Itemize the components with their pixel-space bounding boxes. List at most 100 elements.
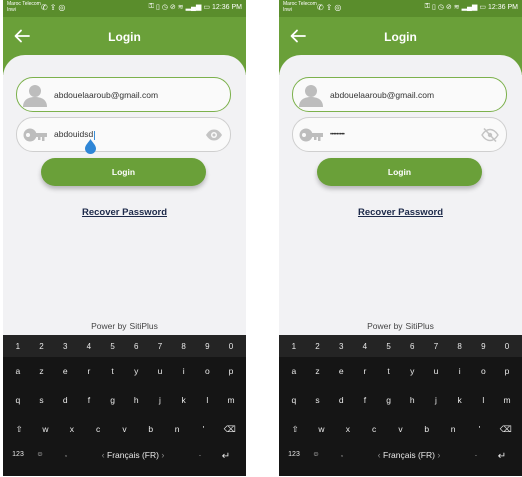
password-field[interactable]: ••••••••• xyxy=(292,117,507,152)
comma-key[interactable]: , xyxy=(331,451,353,458)
period-key[interactable]: . xyxy=(189,451,211,458)
key-i[interactable]: i xyxy=(449,366,471,376)
key-k[interactable]: k xyxy=(449,395,471,405)
key-u[interactable]: u xyxy=(425,366,447,376)
key-i[interactable]: i xyxy=(173,366,195,376)
key-7[interactable]: 7 xyxy=(425,342,447,351)
key-c[interactable]: c xyxy=(363,424,385,435)
key-w[interactable]: w xyxy=(310,424,332,435)
key-f[interactable]: f xyxy=(354,395,376,405)
key-5[interactable]: 5 xyxy=(378,342,400,351)
key-e[interactable]: e xyxy=(54,366,76,376)
key-apostrophe[interactable]: ' xyxy=(468,424,490,435)
key-0[interactable]: 0 xyxy=(496,342,518,351)
key-z[interactable]: z xyxy=(307,366,329,376)
key-q[interactable]: q xyxy=(7,395,29,405)
key-v[interactable]: v xyxy=(389,424,411,435)
key-g[interactable]: g xyxy=(102,395,124,405)
key-4[interactable]: 4 xyxy=(354,342,376,351)
key-t[interactable]: t xyxy=(102,366,124,376)
enter-icon[interactable]: ↵ xyxy=(215,451,237,462)
key-j[interactable]: j xyxy=(149,395,171,405)
space-bar[interactable]: ‹ Français (FR) › xyxy=(83,450,183,460)
key-apostrophe[interactable]: ' xyxy=(192,424,214,435)
key-c[interactable]: c xyxy=(87,424,109,435)
key-q[interactable]: q xyxy=(283,395,305,405)
key-f[interactable]: f xyxy=(78,395,100,405)
key-g[interactable]: g xyxy=(378,395,400,405)
key-w[interactable]: w xyxy=(34,424,56,435)
key-k[interactable]: k xyxy=(173,395,195,405)
key-s[interactable]: s xyxy=(307,395,329,405)
key-u[interactable]: u xyxy=(149,366,171,376)
key-l[interactable]: l xyxy=(196,395,218,405)
key-d[interactable]: d xyxy=(54,395,76,405)
key-1[interactable]: 1 xyxy=(7,342,29,351)
key-3[interactable]: 3 xyxy=(330,342,352,351)
key-6[interactable]: 6 xyxy=(401,342,423,351)
key-t[interactable]: t xyxy=(378,366,400,376)
key-n[interactable]: n xyxy=(442,424,464,435)
key-h[interactable]: h xyxy=(401,395,423,405)
key-9[interactable]: 9 xyxy=(196,342,218,351)
key-r[interactable]: r xyxy=(78,366,100,376)
backspace-icon[interactable]: ⌫ xyxy=(219,424,241,435)
password-field[interactable]: abdouidsd xyxy=(16,117,231,152)
key-e[interactable]: e xyxy=(330,366,352,376)
recover-password-link[interactable]: Recover Password xyxy=(279,207,522,218)
email-field[interactable]: abdouelaaroub@gmail.com xyxy=(292,77,507,112)
key-9[interactable]: 9 xyxy=(472,342,494,351)
key-p[interactable]: p xyxy=(496,366,518,376)
symbols-key[interactable]: 123 xyxy=(283,451,305,458)
email-field[interactable]: abdouelaaroub@gmail.com xyxy=(16,77,231,112)
enter-icon[interactable]: ↵ xyxy=(491,451,513,462)
period-key[interactable]: . xyxy=(465,451,487,458)
comma-key[interactable]: , xyxy=(55,451,77,458)
key-6[interactable]: 6 xyxy=(125,342,147,351)
key-y[interactable]: y xyxy=(401,366,423,376)
key-h[interactable]: h xyxy=(125,395,147,405)
key-4[interactable]: 4 xyxy=(78,342,100,351)
login-button[interactable]: Login xyxy=(317,158,482,186)
key-o[interactable]: o xyxy=(472,366,494,376)
emoji-icon[interactable]: ☺ xyxy=(29,451,51,458)
key-b[interactable]: b xyxy=(416,424,438,435)
login-button[interactable]: Login xyxy=(41,158,206,186)
key-1[interactable]: 1 xyxy=(283,342,305,351)
key-3[interactable]: 3 xyxy=(54,342,76,351)
show-password-icon[interactable] xyxy=(205,127,223,143)
key-m[interactable]: m xyxy=(220,395,242,405)
symbols-key[interactable]: 123 xyxy=(7,451,29,458)
key-2[interactable]: 2 xyxy=(307,342,329,351)
key-v[interactable]: v xyxy=(113,424,135,435)
emoji-icon[interactable]: ☺ xyxy=(305,451,327,458)
key-x[interactable]: x xyxy=(61,424,83,435)
key-r[interactable]: r xyxy=(354,366,376,376)
hide-password-icon[interactable] xyxy=(481,127,499,143)
key-8[interactable]: 8 xyxy=(449,342,471,351)
key-l[interactable]: l xyxy=(472,395,494,405)
space-bar[interactable]: ‹ Français (FR) › xyxy=(359,450,459,460)
key-z[interactable]: z xyxy=(31,366,53,376)
key-2[interactable]: 2 xyxy=(31,342,53,351)
key-d[interactable]: d xyxy=(330,395,352,405)
key-5[interactable]: 5 xyxy=(102,342,124,351)
key-8[interactable]: 8 xyxy=(173,342,195,351)
key-y[interactable]: y xyxy=(125,366,147,376)
key-a[interactable]: a xyxy=(283,366,305,376)
key-o[interactable]: o xyxy=(196,366,218,376)
key-n[interactable]: n xyxy=(166,424,188,435)
backspace-icon[interactable]: ⌫ xyxy=(495,424,517,435)
recover-password-link[interactable]: Recover Password xyxy=(3,207,246,218)
key-s[interactable]: s xyxy=(31,395,53,405)
shift-icon[interactable]: ⇧ xyxy=(8,424,30,435)
key-7[interactable]: 7 xyxy=(149,342,171,351)
key-m[interactable]: m xyxy=(496,395,518,405)
key-j[interactable]: j xyxy=(425,395,447,405)
key-x[interactable]: x xyxy=(337,424,359,435)
key-p[interactable]: p xyxy=(220,366,242,376)
shift-icon[interactable]: ⇧ xyxy=(284,424,306,435)
key-0[interactable]: 0 xyxy=(220,342,242,351)
key-a[interactable]: a xyxy=(7,366,29,376)
key-b[interactable]: b xyxy=(140,424,162,435)
